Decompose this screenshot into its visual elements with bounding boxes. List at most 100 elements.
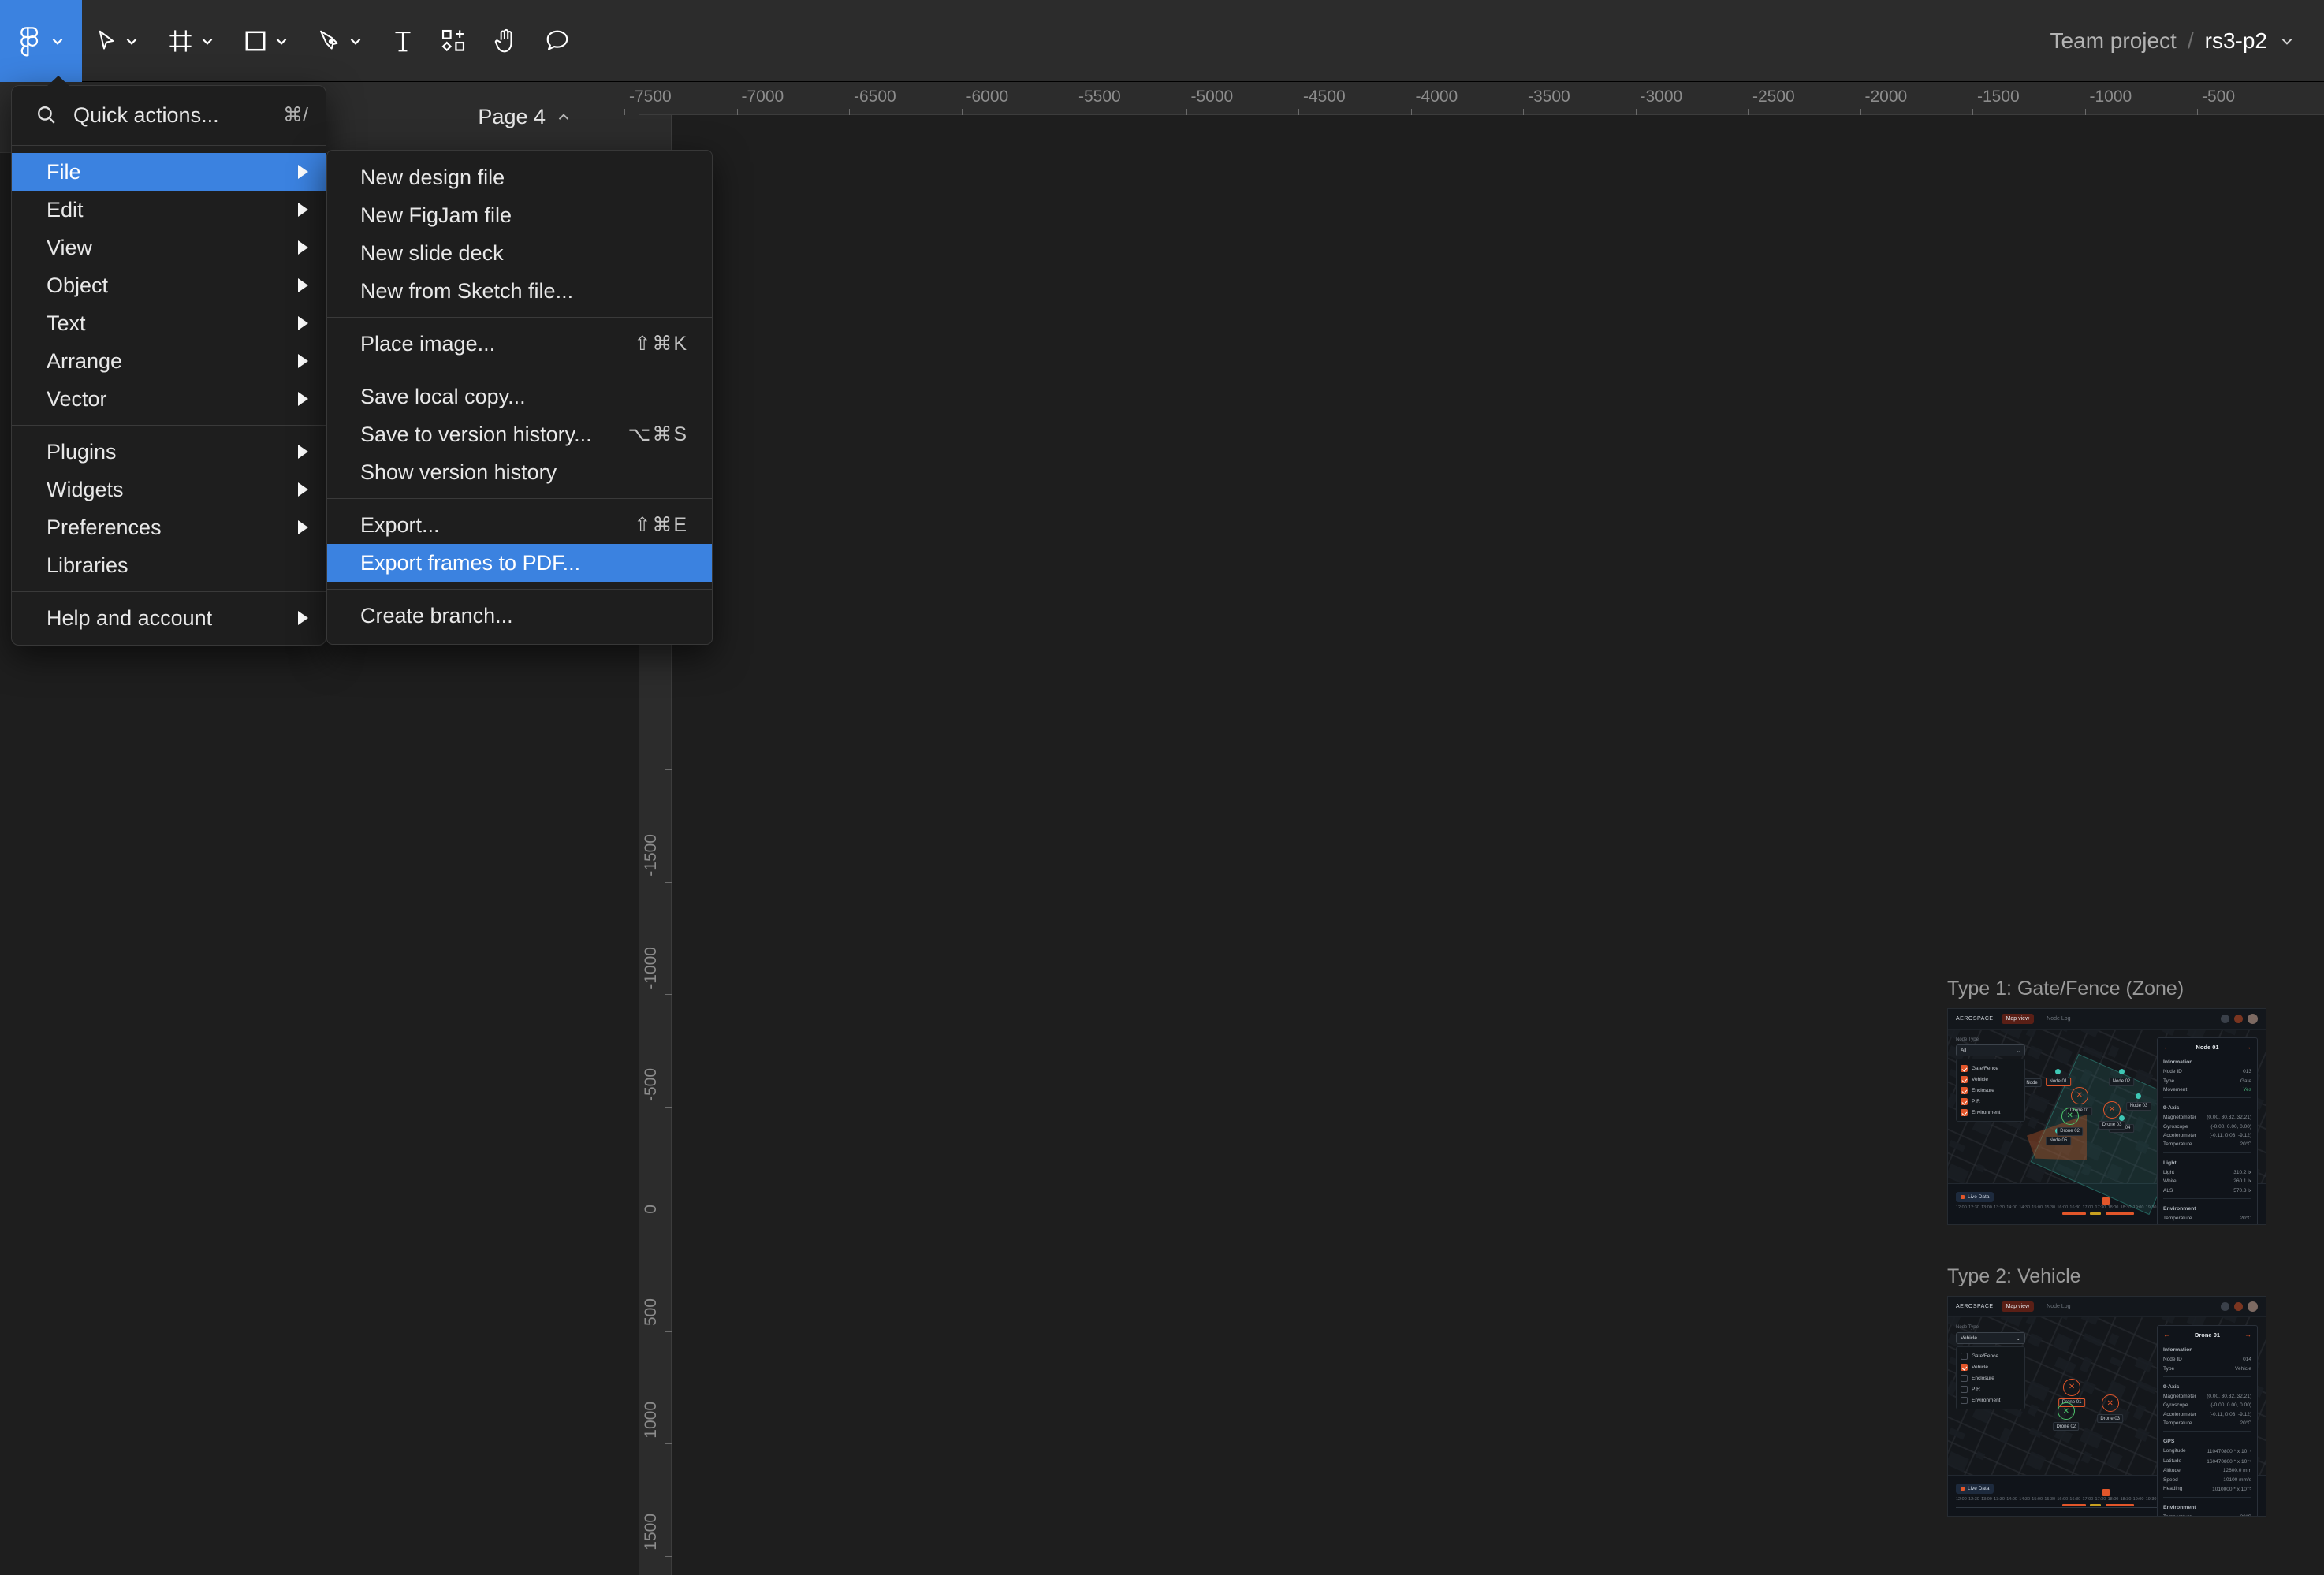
submenu-item-export-frames-to-pdf-[interactable]: Export frames to PDF...	[327, 544, 712, 582]
frame-preview[interactable]: AEROSPACE Map view Node Log Environment Nod…	[1947, 1008, 2266, 1225]
live-data-badge[interactable]: Live Data	[1956, 1192, 1994, 1202]
resources-button[interactable]	[427, 0, 479, 82]
menu-item-preferences[interactable]: Preferences	[12, 508, 326, 546]
timeline-playhead[interactable]	[2102, 1489, 2110, 1496]
submenu-item-new-slide-deck[interactable]: New slide deck	[327, 234, 712, 272]
menu-item-text[interactable]: Text	[12, 304, 326, 342]
settings-icon[interactable]	[2221, 1302, 2229, 1311]
filter-option-pir[interactable]: PIR	[1961, 1096, 2020, 1107]
filter-option-environment[interactable]: Environment	[1961, 1107, 2020, 1118]
menu-item-edit[interactable]: Edit	[12, 191, 326, 229]
next-node-arrow-icon[interactable]: →	[2244, 1044, 2251, 1051]
checkbox-icon[interactable]	[1961, 1363, 1968, 1371]
map-node-marker[interactable]: Node 03	[2126, 1093, 2151, 1111]
submenu-item-save-to-version-history-[interactable]: Save to version history... ⌥⌘S	[327, 415, 712, 453]
menu-item-object[interactable]: Object	[12, 266, 326, 304]
text-tool-button[interactable]	[378, 0, 427, 82]
filter-option-pir[interactable]: PIR	[1961, 1383, 2020, 1394]
map-drone-marker[interactable]: ✕ Drone 02	[2052, 1402, 2080, 1432]
submenu-item-show-version-history[interactable]: Show version history	[327, 453, 712, 491]
menu-item-help-and-account[interactable]: Help and account	[12, 599, 326, 637]
checkbox-icon[interactable]	[1961, 1396, 1968, 1404]
submenu-item-new-from-sketch-file-[interactable]: New from Sketch file...	[327, 272, 712, 310]
tab-map-view[interactable]: Map view	[2001, 1301, 2035, 1312]
filter-select[interactable]: All ⌄	[1956, 1044, 2025, 1056]
filter-option-gate-fence[interactable]: Gate/Fence	[1961, 1063, 2020, 1074]
chevron-up-icon[interactable]	[555, 109, 572, 126]
map-drone-marker[interactable]: ✕ Drone 03	[2099, 1100, 2125, 1130]
submenu-item-new-figjam-file[interactable]: New FigJam file	[327, 196, 712, 234]
frame-thumbnail-type2[interactable]: Type 2: Vehicle AEROSPACE Map view Node Lo…	[1947, 1265, 2266, 1517]
map-drone-marker[interactable]: ✕ Drone 03	[2096, 1394, 2124, 1423]
theme-toggle-icon[interactable]	[2234, 1302, 2243, 1311]
menu-item-libraries[interactable]: Libraries	[12, 546, 326, 584]
submenu-item-new-design-file[interactable]: New design file	[327, 158, 712, 196]
hand-tool-button[interactable]	[479, 0, 531, 82]
menu-item-arrange[interactable]: Arrange	[12, 342, 326, 380]
file-name[interactable]: rs3-p2	[2205, 28, 2267, 54]
tab-node-log[interactable]: Node Log	[2042, 1014, 2075, 1024]
shape-tool-button[interactable]	[230, 0, 304, 82]
timeline-event-bar[interactable]	[2106, 1504, 2134, 1506]
filter-option-gate-fence[interactable]: Gate/Fence	[1961, 1350, 2020, 1361]
tab-map-view[interactable]: Map view	[2001, 1014, 2035, 1024]
settings-icon[interactable]	[2221, 1015, 2229, 1023]
figma-main-menu-button[interactable]	[0, 0, 82, 82]
timeline-event-bar[interactable]	[2090, 1504, 2101, 1506]
timeline-event-bar[interactable]	[2106, 1212, 2134, 1215]
submenu-item-save-local-copy-[interactable]: Save local copy...	[327, 378, 712, 415]
checkbox-icon[interactable]	[1961, 1352, 1968, 1360]
timeline-playhead[interactable]	[2102, 1197, 2110, 1205]
checkbox-icon[interactable]	[1961, 1086, 1968, 1094]
map-node-marker[interactable]: Node 04	[2109, 1115, 2134, 1133]
submenu-item-create-branch-[interactable]: Create branch...	[327, 597, 712, 635]
checkbox-icon[interactable]	[1961, 1064, 1968, 1072]
filter-option-vehicle[interactable]: Vehicle	[1961, 1361, 2020, 1372]
submenu-item-export-[interactable]: Export... ⇧⌘E	[327, 506, 712, 544]
avatar[interactable]	[2248, 1301, 2258, 1312]
prev-node-arrow-icon[interactable]: ←	[2163, 1044, 2170, 1051]
filter-option-enclosure[interactable]: Enclosure	[1961, 1372, 2020, 1383]
menu-item-view[interactable]: View	[12, 229, 326, 266]
avatar[interactable]	[2248, 1014, 2258, 1024]
checkbox-icon[interactable]	[1961, 1374, 1968, 1382]
prev-node-arrow-icon[interactable]: ←	[2163, 1331, 2170, 1339]
theme-toggle-icon[interactable]	[2234, 1015, 2243, 1023]
tab-node-log[interactable]: Node Log	[2042, 1301, 2075, 1312]
map-node-marker[interactable]: Node 02	[2109, 1068, 2134, 1086]
filter-option-environment[interactable]: Environment	[1961, 1394, 2020, 1406]
timeline-event-bar[interactable]	[2062, 1212, 2086, 1215]
next-node-arrow-icon[interactable]: →	[2244, 1331, 2251, 1339]
timeline-event-bar[interactable]	[2062, 1504, 2086, 1506]
menu-item-vector[interactable]: Vector	[12, 380, 326, 418]
map-node-marker[interactable]: Node 01	[2046, 1068, 2071, 1086]
timeline-event-bar[interactable]	[2090, 1212, 2101, 1215]
frame-thumbnail-type1[interactable]: Type 1: Gate/Fence (Zone) AEROSPACE Map v…	[1947, 977, 2266, 1225]
checkbox-icon[interactable]	[1961, 1075, 1968, 1083]
menu-item-plugins[interactable]: Plugins	[12, 433, 326, 471]
move-tool-button[interactable]	[82, 0, 155, 82]
checkbox-icon[interactable]	[1961, 1108, 1968, 1116]
map-drone-marker[interactable]: ✕ Drone 01	[2065, 1086, 2093, 1115]
filter-select[interactable]: Vehicle ⌄	[1956, 1332, 2025, 1344]
pen-tool-button[interactable]	[304, 0, 378, 82]
filter-option-enclosure[interactable]: Enclosure	[1961, 1085, 2020, 1096]
checkbox-icon[interactable]	[1961, 1385, 1968, 1393]
menu-item-file[interactable]: File	[12, 153, 326, 191]
quick-actions-item[interactable]: Quick actions... ⌘/	[12, 92, 326, 138]
frame-preview[interactable]: AEROSPACE Map view Node Log ✕ Drone 01 ✕ Drone…	[1947, 1296, 2266, 1517]
chevron-down-icon[interactable]	[2278, 32, 2296, 50]
live-data-badge[interactable]: Live Data	[1956, 1484, 1994, 1494]
map-drone-marker[interactable]: ✕ Drone 02	[2056, 1107, 2084, 1136]
map-drone-marker[interactable]: ✕ Drone 01	[2058, 1378, 2085, 1407]
checkbox-icon[interactable]	[1961, 1097, 1968, 1105]
menu-item-widgets[interactable]: Widgets	[12, 471, 326, 508]
map-view[interactable]: Environment NodeNode 01Node 02Node 06Nod…	[1948, 1030, 2266, 1224]
frame-tool-button[interactable]	[155, 0, 230, 82]
comment-button[interactable]	[531, 0, 583, 82]
page-selector-label[interactable]: Page 4	[478, 105, 546, 129]
filter-option-vehicle[interactable]: Vehicle	[1961, 1074, 2020, 1085]
map-view[interactable]: ✕ Drone 01 ✕ Drone 03 ✕ Drone 02 Node Type Vehi…	[1948, 1317, 2266, 1516]
team-name[interactable]: Team project	[2050, 28, 2177, 54]
submenu-item-place-image-[interactable]: Place image... ⇧⌘K	[327, 325, 712, 363]
